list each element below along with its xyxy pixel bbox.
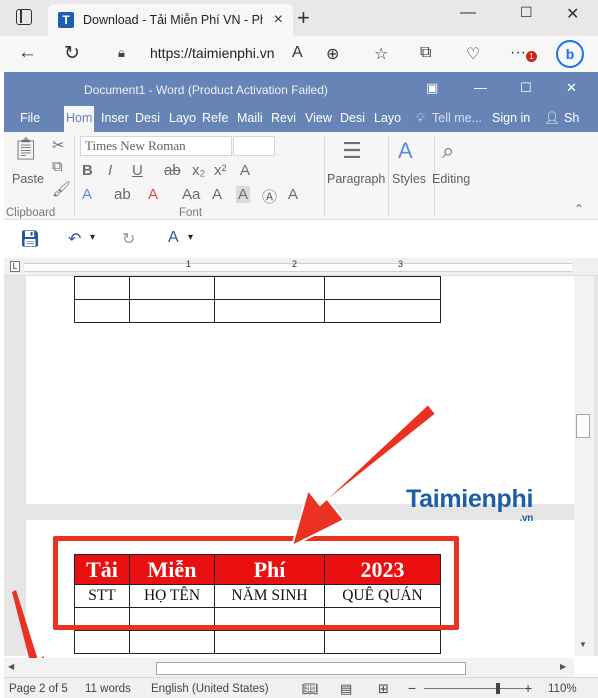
- web-layout-icon[interactable]: ⊞: [378, 681, 389, 697]
- zoom-in-icon[interactable]: +: [524, 680, 532, 696]
- zoom-out-icon[interactable]: −: [408, 680, 416, 696]
- horizontal-scrollbar[interactable]: ◀ ▶: [4, 658, 574, 678]
- scroll-right-icon[interactable]: ▶: [560, 662, 566, 671]
- read-mode-icon[interactable]: 📖︎: [302, 681, 319, 697]
- page-count[interactable]: Page 2 of 5: [9, 683, 68, 695]
- vertical-scroll-thumb[interactable]: [576, 414, 590, 438]
- word-count[interactable]: 11 words: [85, 683, 131, 695]
- scroll-left-icon[interactable]: ◀: [8, 662, 14, 671]
- language-indicator[interactable]: English (United States): [151, 683, 269, 695]
- zoom-level[interactable]: 110%: [548, 683, 577, 695]
- annotation-arrows: [12, 402, 438, 690]
- print-layout-icon[interactable]: ▤: [340, 681, 352, 697]
- zoom-slider-handle[interactable]: [496, 683, 500, 694]
- zoom-slider[interactable]: [424, 688, 524, 689]
- status-bar: Page 2 of 5 11 words English (United Sta…: [4, 677, 598, 698]
- horizontal-scroll-thumb[interactable]: [156, 662, 466, 675]
- big-arrow-icon: [290, 402, 438, 548]
- scroll-down-icon[interactable]: ▼: [579, 640, 587, 649]
- vertical-scrollbar[interactable]: ▼: [574, 276, 594, 656]
